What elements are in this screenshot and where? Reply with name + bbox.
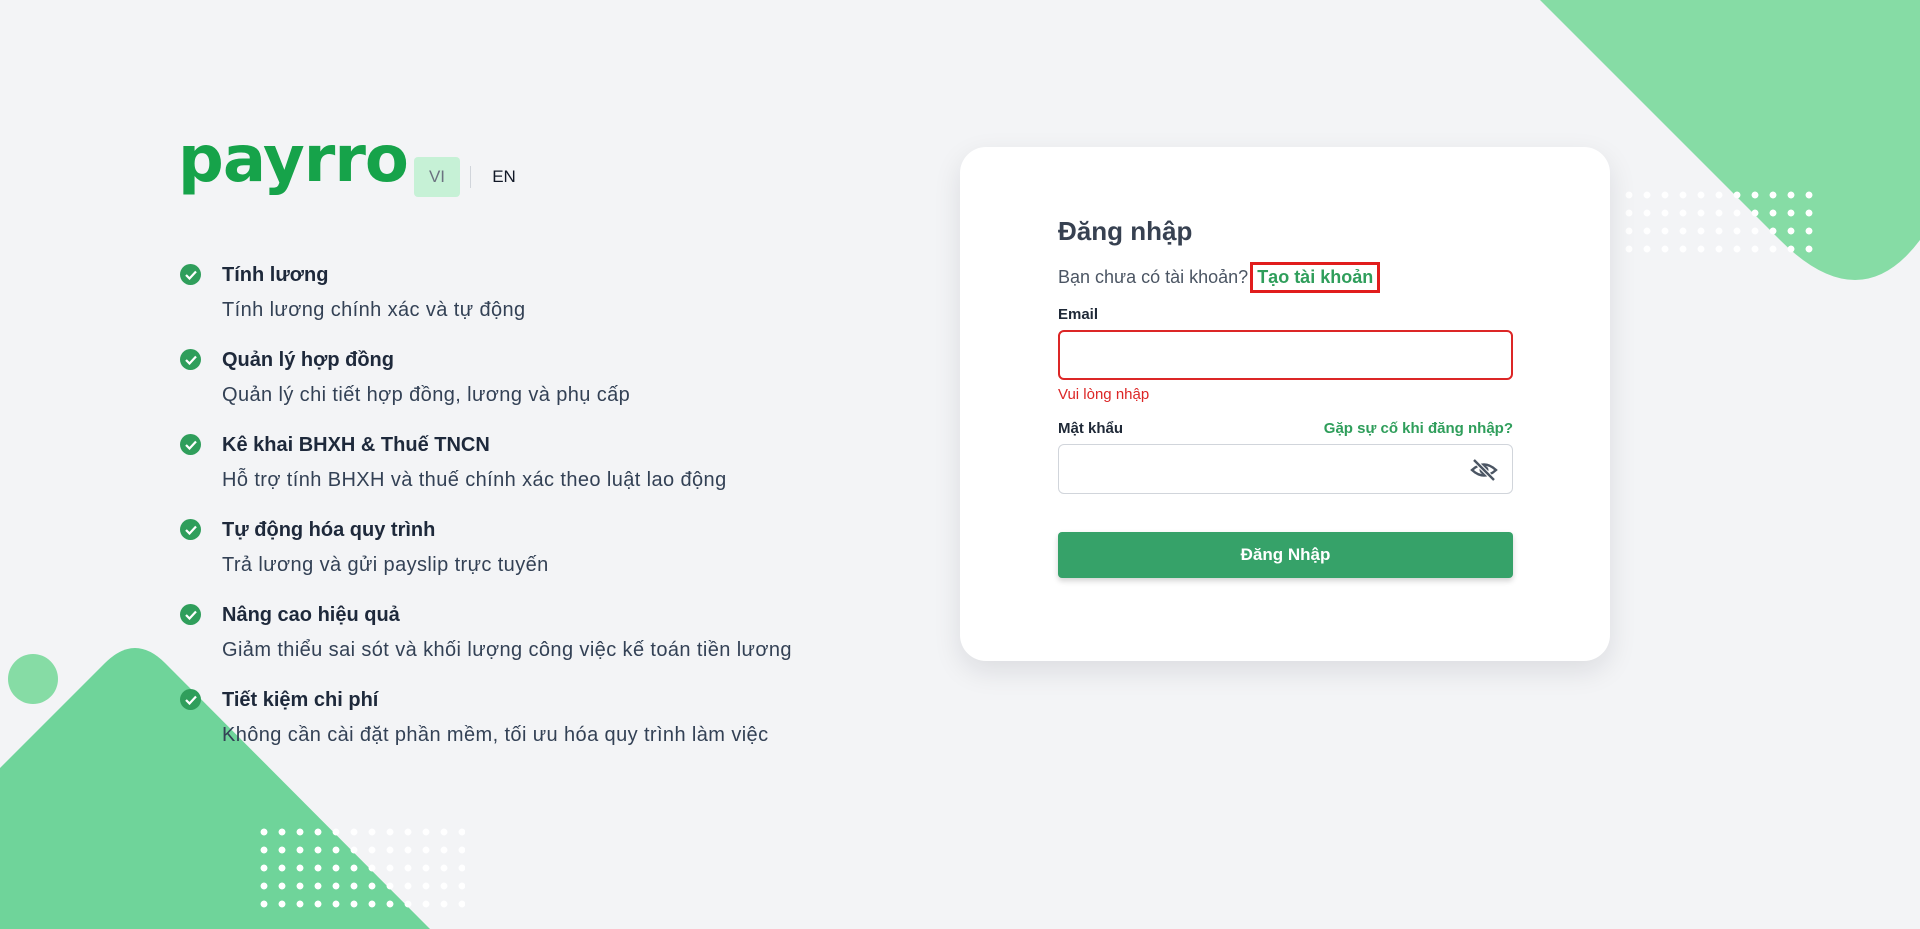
- lang-divider: [470, 166, 471, 188]
- feature-title: Tính lương: [222, 264, 329, 286]
- eye-off-icon[interactable]: [1470, 457, 1498, 483]
- create-account-link[interactable]: Tạo tài khoản: [1250, 261, 1381, 293]
- feature-item: Nâng cao hiệu quả Giảm thiểu sai sót và …: [180, 602, 792, 687]
- login-card: Đăng nhập Bạn chưa có tài khoản? Tạo tài…: [960, 147, 1610, 661]
- password-label: Mật khẩu: [1058, 420, 1124, 437]
- feature-desc: Quản lý chi tiết hợp đồng, lương và phụ …: [222, 384, 631, 406]
- green-circle: [8, 654, 58, 704]
- payrro-logo: payrro: [178, 123, 409, 197]
- check-circle-icon: [180, 604, 201, 625]
- feature-desc: Trả lương và gửi payslip trực tuyến: [222, 554, 549, 576]
- lang-vi-button[interactable]: VI: [414, 157, 460, 197]
- feature-title: Tiết kiệm chi phí: [222, 689, 379, 711]
- trouble-login-link[interactable]: Gặp sự cố khi đăng nhập?: [1324, 420, 1513, 437]
- bottom-left-dots: [255, 823, 465, 913]
- feature-title: Quản lý hợp đồng: [222, 349, 394, 371]
- feature-item: Quản lý hợp đồng Quản lý chi tiết hợp đồ…: [180, 347, 792, 432]
- login-submit-button[interactable]: Đăng Nhập: [1058, 532, 1513, 578]
- check-circle-icon: [180, 519, 201, 540]
- language-switcher: VI EN: [414, 157, 527, 197]
- feature-item: Tính lương Tính lương chính xác và tự độ…: [180, 262, 792, 347]
- feature-desc: Tính lương chính xác và tự động: [222, 299, 526, 321]
- password-label-row: Mật khẩu Gặp sự cố khi đăng nhập?: [1058, 420, 1513, 437]
- feature-item: Tự động hóa quy trình Trả lương và gửi p…: [180, 517, 792, 602]
- email-field[interactable]: [1058, 330, 1513, 380]
- password-field[interactable]: [1058, 444, 1513, 494]
- feature-title: Tự động hóa quy trình: [222, 519, 436, 541]
- email-label: Email: [1058, 306, 1099, 323]
- check-circle-icon: [180, 264, 201, 285]
- check-circle-icon: [180, 434, 201, 455]
- feature-list: Tính lương Tính lương chính xác và tự độ…: [180, 262, 792, 772]
- check-circle-icon: [180, 349, 201, 370]
- feature-item: Kê khai BHXH & Thuế TNCN Hỗ trợ tính BHX…: [180, 432, 792, 517]
- login-form: Đăng nhập Bạn chưa có tài khoản? Tạo tài…: [1058, 215, 1513, 578]
- email-error-message: Vui lòng nhập: [1058, 386, 1150, 403]
- login-page: payrro VI EN Tính lương Tính lương chính…: [0, 0, 1920, 929]
- top-right-dots: [1620, 186, 1820, 258]
- check-circle-icon: [180, 689, 201, 710]
- feature-desc: Không cần cài đặt phần mềm, tối ưu hóa q…: [222, 724, 769, 746]
- signup-prompt: Bạn chưa có tài khoản? Tạo tài khoản: [1058, 261, 1513, 293]
- no-account-text: Bạn chưa có tài khoản?: [1058, 266, 1249, 287]
- feature-desc: Giảm thiểu sai sót và khối lượng công vi…: [222, 639, 792, 661]
- lang-en-button[interactable]: EN: [481, 157, 527, 197]
- feature-item: Tiết kiệm chi phí Không cần cài đặt phần…: [180, 687, 792, 772]
- feature-title: Nâng cao hiệu quả: [222, 604, 400, 626]
- feature-title: Kê khai BHXH & Thuế TNCN: [222, 434, 490, 456]
- login-title: Đăng nhập: [1058, 216, 1193, 246]
- feature-desc: Hỗ trợ tính BHXH và thuế chính xác theo …: [222, 469, 727, 491]
